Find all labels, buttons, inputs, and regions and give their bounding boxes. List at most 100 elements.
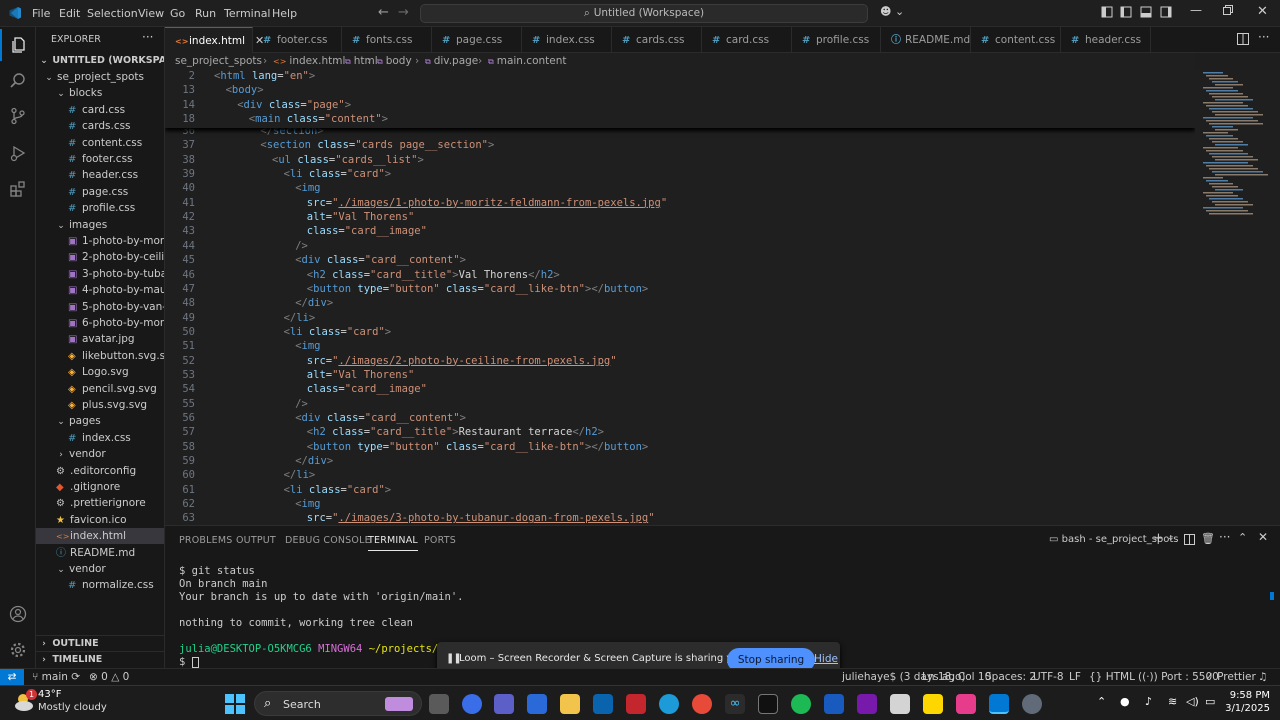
panel-tab-problems[interactable]: PROBLEMS <box>179 535 232 546</box>
tree-file[interactable]: # footer.css <box>36 151 164 167</box>
spotify-icon[interactable] <box>791 694 811 714</box>
tree-file[interactable]: ★ favicon.ico <box>36 512 164 528</box>
teams-icon[interactable] <box>494 694 514 714</box>
tree-folder[interactable]: ⌄ blocks <box>36 85 164 101</box>
tree-folder[interactable]: ⌄ pages <box>36 413 164 429</box>
breadcrumb-item[interactable]: › ⧉ div.page <box>415 53 478 70</box>
terminal-app-icon[interactable] <box>758 694 778 714</box>
code-line[interactable]: 49 </li> <box>165 311 1195 325</box>
search-icon[interactable] <box>0 65 36 97</box>
edge-icon[interactable] <box>659 694 679 714</box>
code-line[interactable]: 61 <li class="card"> <box>165 483 1195 497</box>
code-line[interactable]: 54 class="card__image" <box>165 382 1195 396</box>
timeline-section[interactable]: › TIMELINE <box>36 651 164 667</box>
menu-selection[interactable]: Selection <box>87 7 138 20</box>
file-explorer-icon[interactable] <box>560 694 580 714</box>
tree-file[interactable]: ⓘ README.md <box>36 545 164 561</box>
layout-customize-icon[interactable] <box>1101 6 1113 18</box>
windows-start-icon[interactable] <box>225 694 245 714</box>
app-pink-icon[interactable] <box>956 694 976 714</box>
tab-header-css[interactable]: # header.css <box>1061 27 1151 53</box>
task-view-icon[interactable] <box>429 694 449 714</box>
code-line[interactable]: 40 <img <box>165 181 1195 195</box>
word-icon[interactable] <box>824 694 844 714</box>
sticky-notes-icon[interactable] <box>923 694 943 714</box>
tree-file[interactable]: # cards.css <box>36 118 164 134</box>
tree-file[interactable]: ▣ 4-photo-by-mauri... <box>36 282 164 298</box>
forward-arrow-icon[interactable]: → <box>398 5 409 20</box>
close-panel-icon[interactable]: ✕ <box>1258 530 1268 544</box>
problems-indicator[interactable]: ⊗ 0 △ 0 <box>89 669 129 685</box>
panel-tab-debug-console[interactable]: DEBUG CONSOLE <box>285 535 371 546</box>
tab-page-css[interactable]: # page.css <box>432 27 522 53</box>
sticky-scroll[interactable]: 2 <html lang="en"> 13 <body> 14 <div class="p… <box>165 70 1195 128</box>
breadcrumb-item[interactable]: se_project_spots <box>175 53 262 70</box>
menu-edit[interactable]: Edit <box>59 7 80 20</box>
code-line[interactable]: 42 alt="Val Thorens" <box>165 210 1195 224</box>
tab-content-css[interactable]: # content.css <box>971 27 1061 53</box>
code-line[interactable]: 60 </li> <box>165 468 1195 482</box>
code-line[interactable]: 18 <main class="content"> <box>165 112 1195 126</box>
code-line[interactable]: 56 <div class="card__content"> <box>165 411 1195 425</box>
tree-file[interactable]: ◈ pencil.svg.svg <box>36 381 164 397</box>
prettier-status[interactable]: ✓ Prettier <box>1205 669 1256 685</box>
tree-file[interactable]: # profile.css <box>36 200 164 216</box>
split-terminal-icon[interactable] <box>1184 534 1195 545</box>
code-line[interactable]: 43 class="card__image" <box>165 224 1195 238</box>
code-line[interactable]: 50 <li class="card"> <box>165 325 1195 339</box>
code-line[interactable]: 44 /> <box>165 239 1195 253</box>
tree-file[interactable]: ▣ 2-photo-by-ceiline... <box>36 249 164 265</box>
editor-more-icon[interactable]: ··· <box>1258 30 1269 44</box>
store-icon[interactable] <box>527 694 547 714</box>
code-line[interactable]: 58 <button type="button" class="card__lik… <box>165 440 1195 454</box>
onenote-icon[interactable] <box>857 694 877 714</box>
code-line[interactable]: 39 <li class="card"> <box>165 167 1195 181</box>
code-line[interactable]: 41 src="./images/1-photo-by-moritz-feldma… <box>165 196 1195 210</box>
tree-file[interactable]: ▣ 6-photo-by-moritz... <box>36 315 164 331</box>
indentation[interactable]: Spaces: 2 <box>985 669 1036 685</box>
code-line[interactable]: 59 </div> <box>165 454 1195 468</box>
tree-file[interactable]: ▣ 5-photo-by-van-a... <box>36 299 164 315</box>
code-line[interactable]: 47 <button type="button" class="card__lik… <box>165 282 1195 296</box>
explorer-icon[interactable] <box>0 29 36 61</box>
vscode-insider-icon[interactable]: ∞ <box>725 694 745 714</box>
manage-gear-icon[interactable] <box>0 634 36 666</box>
tree-file[interactable]: # normalize.css <box>36 577 164 593</box>
panel-tab-ports[interactable]: PORTS <box>424 535 456 546</box>
app-red-icon[interactable] <box>626 694 646 714</box>
tree-file[interactable]: ◈ likebutton.svg.svg <box>36 348 164 364</box>
tree-file[interactable]: # content.css <box>36 135 164 151</box>
tree-folder[interactable]: › vendor <box>36 446 164 462</box>
chrome-icon[interactable] <box>692 694 712 714</box>
tree-file[interactable]: ▣ 3-photo-by-tuban... <box>36 266 164 282</box>
code-line[interactable]: 2 <html lang="en"> <box>165 70 1195 83</box>
tab-index-html[interactable]: <>index.html ✕ <box>165 27 264 53</box>
tree-file[interactable]: <>index.html <box>36 528 164 545</box>
hide-link[interactable]: Hide <box>814 653 838 665</box>
remote-indicator-icon[interactable]: ⇄ <box>0 669 24 686</box>
language-mode[interactable]: {} HTML <box>1089 669 1135 685</box>
encoding[interactable]: UTF-8 <box>1033 669 1064 685</box>
panel-more-icon[interactable]: ··· <box>1219 530 1230 544</box>
terminal-dropdown-icon[interactable]: ⌄ <box>1167 533 1175 543</box>
code-line[interactable]: 45 <div class="card__content"> <box>165 253 1195 267</box>
terminal-scrollbar[interactable] <box>1270 592 1274 600</box>
code-line[interactable]: 38 <ul class="cards__list"> <box>165 153 1195 167</box>
breadcrumb-item[interactable]: › ⧉ main.content <box>478 53 567 70</box>
line-ending[interactable]: LF <box>1069 669 1081 685</box>
menu-view[interactable]: View <box>138 7 164 20</box>
tree-folder[interactable]: ⌄ vendor <box>36 561 164 577</box>
code-line[interactable]: 57 <h2 class="card__title">Restaurant ter… <box>165 425 1195 439</box>
tree-file[interactable]: ⚙ .editorconfig <box>36 463 164 479</box>
menu-go[interactable]: Go <box>170 7 185 20</box>
close-window-button[interactable]: ✕ <box>1257 4 1268 19</box>
tree-folder[interactable]: ⌄ images <box>36 217 164 233</box>
temperature[interactable]: 43°F <box>38 689 61 700</box>
restore-button[interactable] <box>1223 5 1233 15</box>
tab-cards-css[interactable]: # cards.css <box>612 27 702 53</box>
taskbar-search[interactable]: ⌕ Search <box>254 691 422 716</box>
code-line[interactable]: 37 <section class="cards page__section"> <box>165 138 1195 152</box>
clock-time[interactable]: 9:58 PM <box>1225 690 1270 701</box>
volume-icon[interactable]: ◁) <box>1186 695 1199 708</box>
notifications-bell-icon[interactable]: ♫ <box>1258 669 1267 685</box>
